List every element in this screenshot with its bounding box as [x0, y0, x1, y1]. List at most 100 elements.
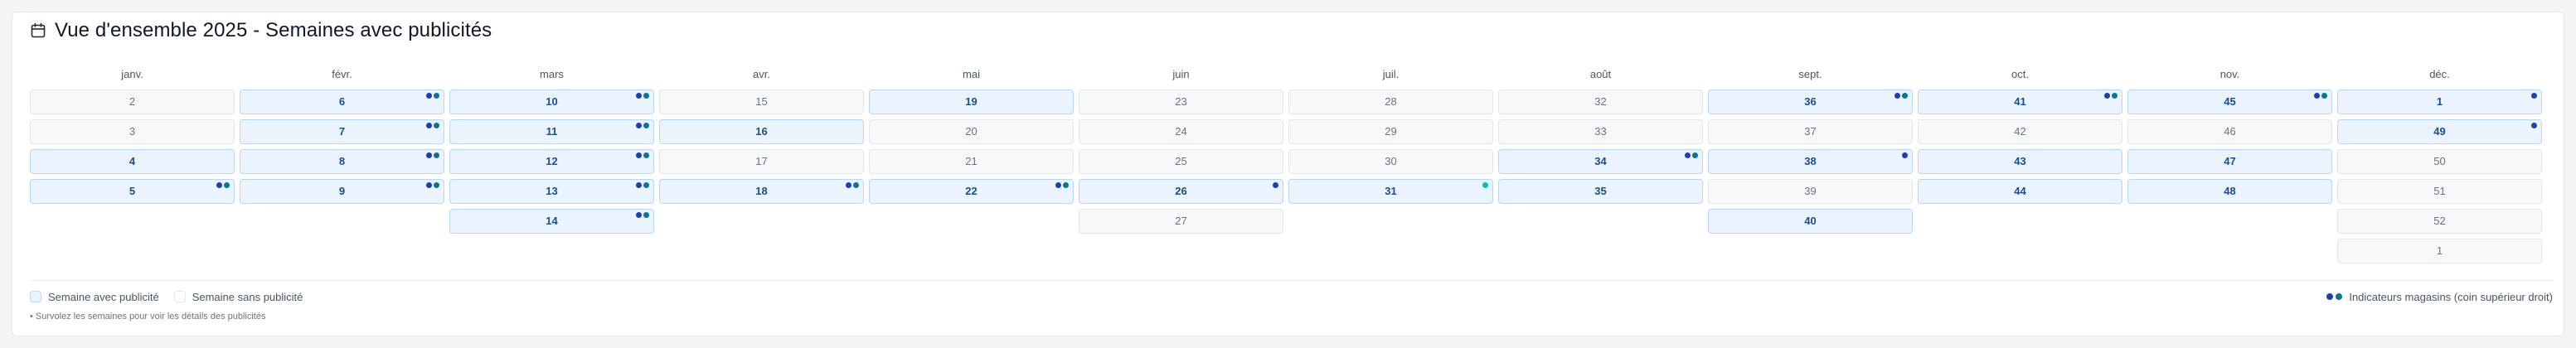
week-cell-without-ad[interactable]: 33 — [1498, 119, 1703, 144]
week-cell-without-ad[interactable]: 25 — [1079, 149, 1283, 174]
month-column: août 32 33 34 35 — [1498, 68, 1703, 268]
store-indicator-dots — [636, 123, 649, 128]
week-number: 50 — [2433, 155, 2446, 167]
week-number: 4 — [129, 155, 136, 167]
week-cell-with-ad[interactable]: 13 — [449, 179, 654, 204]
week-cell-without-ad[interactable]: 27 — [1079, 209, 1283, 234]
store-dot-icon — [1902, 152, 1908, 158]
week-number: 9 — [338, 185, 346, 197]
week-number: 37 — [1804, 125, 1817, 138]
week-cell-with-ad[interactable]: 48 — [2127, 179, 2332, 204]
week-cell-with-ad[interactable]: 26 — [1079, 179, 1283, 204]
week-number: 48 — [2224, 185, 2236, 197]
week-cell-with-ad[interactable]: 49 — [2337, 119, 2542, 144]
week-cell-with-ad[interactable]: 35 — [1498, 179, 1703, 204]
store-indicator-dots — [216, 182, 230, 188]
store-dot-icon — [434, 182, 439, 188]
week-cell-without-ad[interactable]: 50 — [2337, 149, 2542, 174]
week-cell-without-ad[interactable]: 46 — [2127, 119, 2332, 144]
week-cell-with-ad[interactable]: 19 — [869, 89, 1074, 114]
month-column: mars 10 11 12 13 14 — [449, 68, 654, 268]
week-cell-with-ad[interactable]: 43 — [1918, 149, 2122, 174]
week-cell-with-ad[interactable]: 47 — [2127, 149, 2332, 174]
calendar-icon — [31, 22, 46, 38]
week-cell-without-ad[interactable]: 39 — [1708, 179, 1913, 204]
store-dot-icon — [643, 182, 649, 188]
week-cell-without-ad[interactable]: 32 — [1498, 89, 1703, 114]
week-cell-without-ad[interactable]: 2 — [30, 89, 235, 114]
week-number: 15 — [755, 95, 768, 108]
week-number: 11 — [546, 125, 558, 138]
week-number: 5 — [129, 185, 136, 197]
month-label: juil. — [1382, 68, 1400, 80]
week-number: 47 — [2224, 155, 2236, 167]
store-dot-icon — [434, 152, 439, 158]
week-cell-without-ad[interactable]: 52 — [2337, 209, 2542, 234]
month-column: mai 19 20 21 22 — [869, 68, 1074, 268]
month-column: janv. 2 3 4 5 — [30, 68, 235, 268]
week-number: 1 — [2436, 95, 2443, 108]
week-number: 38 — [1804, 155, 1817, 167]
week-cell-with-ad[interactable]: 5 — [30, 179, 235, 204]
week-cell-with-ad[interactable]: 8 — [240, 149, 444, 174]
week-cell-with-ad[interactable]: 6 — [240, 89, 444, 114]
month-column: juin 23 24 25 26 27 — [1079, 68, 1283, 268]
week-cell-with-ad[interactable]: 22 — [869, 179, 1074, 204]
week-cell-with-ad[interactable]: 14 — [449, 209, 654, 234]
week-cell-without-ad[interactable]: 17 — [659, 149, 864, 174]
week-cell-with-ad[interactable]: 7 — [240, 119, 444, 144]
week-cell-without-ad[interactable]: 29 — [1288, 119, 1493, 144]
week-cell-with-ad[interactable]: 45 — [2127, 89, 2332, 114]
week-number: 35 — [1594, 185, 1607, 197]
week-cell-with-ad[interactable]: 11 — [449, 119, 654, 144]
week-cell-without-ad[interactable]: 37 — [1708, 119, 1913, 144]
store-dot-icon — [1894, 93, 1900, 99]
week-cell-without-ad[interactable]: 3 — [30, 119, 235, 144]
week-number: 41 — [2014, 95, 2026, 108]
week-cell-with-ad[interactable]: 12 — [449, 149, 654, 174]
week-cell-without-ad[interactable]: 42 — [1918, 119, 2122, 144]
week-cell-with-ad[interactable]: 10 — [449, 89, 654, 114]
week-cell-with-ad[interactable]: 38 — [1708, 149, 1913, 174]
week-cell-without-ad[interactable]: 1 — [2337, 239, 2542, 263]
week-cell-without-ad[interactable]: 15 — [659, 89, 864, 114]
week-cell-without-ad[interactable]: 30 — [1288, 149, 1493, 174]
week-cell-with-ad[interactable]: 34 — [1498, 149, 1703, 174]
week-cell-with-ad[interactable]: 4 — [30, 149, 235, 174]
week-cell-without-ad[interactable]: 23 — [1079, 89, 1283, 114]
week-cell-with-ad[interactable]: 9 — [240, 179, 444, 204]
store-dot-icon — [643, 93, 649, 99]
store-indicator-dots — [2314, 93, 2327, 99]
week-cell-without-ad[interactable]: 28 — [1288, 89, 1493, 114]
week-cell-without-ad[interactable]: 51 — [2337, 179, 2542, 204]
month-label: juin — [1172, 68, 1190, 80]
week-cell-with-ad[interactable]: 41 — [1918, 89, 2122, 114]
week-cell-with-ad[interactable]: 31 — [1288, 179, 1493, 204]
week-number: 49 — [2433, 125, 2446, 138]
week-number: 42 — [2014, 125, 2026, 138]
week-number: 46 — [2224, 125, 2236, 138]
store-indicator-dots — [846, 182, 859, 188]
store-dot-icon — [224, 182, 230, 188]
month-column: juil. 28 29 30 31 — [1288, 68, 1493, 268]
week-cell-without-ad[interactable]: 20 — [869, 119, 1074, 144]
week-number: 22 — [965, 185, 978, 197]
week-cell-with-ad[interactable]: 36 — [1708, 89, 1913, 114]
week-number: 3 — [129, 125, 136, 138]
week-number: 29 — [1385, 125, 1397, 138]
week-number: 17 — [755, 155, 768, 167]
week-number: 27 — [1175, 215, 1187, 227]
legend-label-store-indicators: Indicateurs magasins (coin supérieur dro… — [2349, 290, 2553, 303]
week-number: 25 — [1175, 155, 1187, 167]
week-cell-without-ad[interactable]: 24 — [1079, 119, 1283, 144]
week-cell-with-ad[interactable]: 1 — [2337, 89, 2542, 114]
store-dot-icon — [1902, 93, 1908, 99]
week-cell-with-ad[interactable]: 18 — [659, 179, 864, 204]
week-number: 14 — [546, 215, 558, 227]
store-dot-icon — [216, 182, 222, 188]
month-label: déc. — [2429, 68, 2450, 80]
week-cell-with-ad[interactable]: 44 — [1918, 179, 2122, 204]
week-cell-with-ad[interactable]: 40 — [1708, 209, 1913, 234]
week-cell-without-ad[interactable]: 21 — [869, 149, 1074, 174]
week-cell-with-ad[interactable]: 16 — [659, 119, 864, 144]
